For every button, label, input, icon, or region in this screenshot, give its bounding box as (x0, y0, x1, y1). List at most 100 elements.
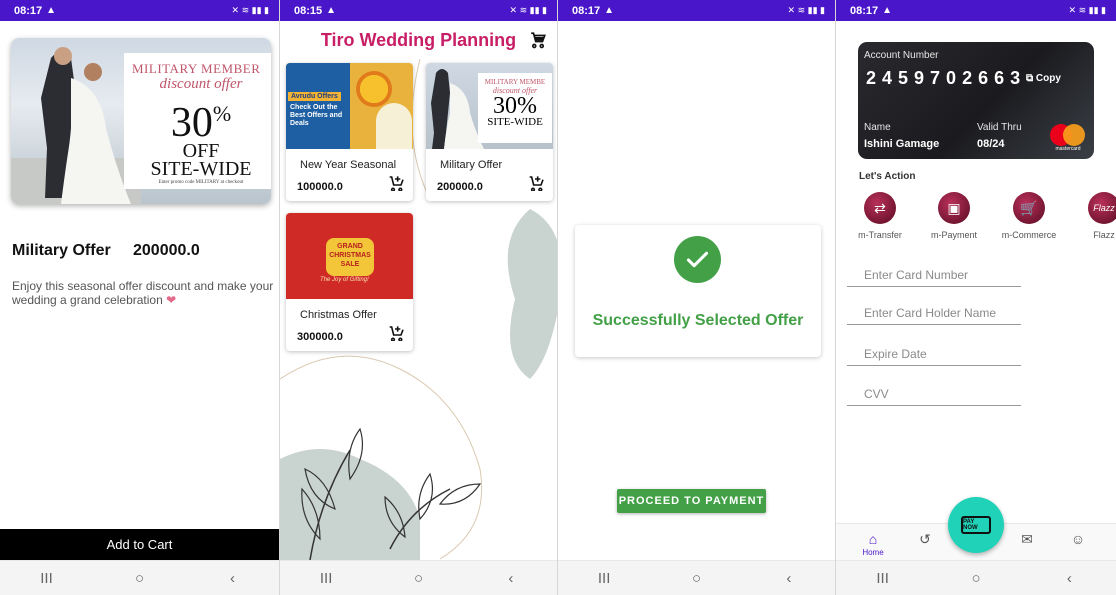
back-button[interactable]: ‹ (491, 570, 531, 587)
copy-button[interactable]: ⧉ Copy (1026, 73, 1061, 84)
lets-action-heading: Let's Action (859, 171, 916, 182)
nav-home[interactable]: ⌂ Home (853, 532, 893, 557)
cart-icon[interactable] (529, 31, 547, 49)
status-time: 08:17 (850, 4, 879, 17)
status-bar: 08:15 ▲ ✕ ≋ ▮▮ ▮ (280, 0, 557, 21)
mastercard-logo: mastercard (1048, 122, 1088, 152)
offer-card-name: New Year Seasonal (300, 159, 397, 171)
profile-icon: ☺ (1070, 531, 1086, 547)
status-time: 08:17 (572, 4, 601, 17)
status-bar: 08:17 ▲ ✕ ≋ ▮▮ ▮ (836, 0, 1116, 21)
card-holder-name-input[interactable] (847, 301, 1021, 324)
offer-card-new-year[interactable]: Avrudu Offers Check Out the Best Offers … (286, 63, 413, 201)
action-m-transfer[interactable]: ⇄ m-Transfer (850, 192, 910, 240)
screen-offer-list: 08:15 ▲ ✕ ≋ ▮▮ ▮ Tiro Wedding Planning A… (280, 0, 558, 595)
card-holder-name-field[interactable] (847, 301, 1021, 325)
action-m-commerce[interactable]: 🛒 m-Commerce (999, 192, 1059, 240)
checkmark-icon (674, 236, 721, 283)
recents-button[interactable]: III (584, 570, 624, 587)
mail-icon: ✉ (1021, 531, 1033, 547)
offer-card-christmas[interactable]: GRAND CHRISTMAS SALE The Joy of Gifting!… (286, 213, 413, 351)
promo-line1: MILITARY MEMBER (132, 61, 261, 76)
warning-icon: ▲ (882, 5, 893, 16)
couple-photo (431, 69, 484, 149)
action-label: m-Commerce (1001, 230, 1057, 240)
pay-now-fab[interactable]: PAY NOW (948, 497, 1004, 553)
add-to-cart-icon[interactable] (389, 325, 405, 341)
payment-icon: ▣ (938, 192, 970, 224)
app-title: Tiro Wedding Planning (320, 29, 517, 50)
status-time: 08:17 (14, 4, 43, 17)
offer-card-name: Military Offer (440, 159, 503, 171)
offer-image-text: Check Out the Best Offers and Deals (290, 104, 343, 127)
nav-messages[interactable]: ✉ (1007, 532, 1047, 548)
action-flazz[interactable]: Flazz Flazz (1074, 192, 1116, 240)
system-nav-bar: III ○ ‹ (836, 560, 1116, 595)
back-button[interactable]: ‹ (213, 570, 253, 587)
success-card: Successfully Selected Offer (575, 225, 821, 357)
bank-card: Account Number 2459702663 ⧉ Copy Name Is… (858, 42, 1094, 159)
sun-illustration (356, 71, 392, 107)
cvv-input[interactable] (847, 382, 1021, 405)
home-button[interactable]: ○ (956, 570, 996, 587)
add-to-cart-button[interactable]: Add to Cart (0, 529, 279, 560)
app-bar: Tiro Wedding Planning (280, 21, 557, 59)
copy-label: Copy (1035, 73, 1061, 84)
offer-image-tag: Avrudu Offers (288, 92, 341, 101)
warning-icon: ▲ (46, 5, 57, 16)
offer-image: Avrudu Offers Check Out the Best Offers … (286, 63, 413, 149)
status-icons: ✕ ≋ ▮▮ ▮ (231, 5, 269, 15)
warning-icon: ▲ (326, 5, 337, 16)
commerce-icon: 🛒 (1013, 192, 1045, 224)
expire-date-field[interactable] (847, 342, 1021, 366)
copy-icon: ⧉ (1026, 73, 1034, 84)
offer-description: Enjoy this seasonal offer discount and m… (12, 279, 276, 307)
home-icon: ⌂ (868, 531, 878, 547)
account-number: 2459702663 (866, 68, 1027, 88)
promo-overlay: MILITARY MEMBER discount offer 30% OFF S… (124, 53, 271, 189)
offer-card-price: 300000.0 (297, 331, 343, 343)
screen-offer-detail: 08:17 ▲ ✕ ≋ ▮▮ ▮ MILITARY MEMBER discoun… (0, 0, 280, 595)
nav-history[interactable]: ↺ (905, 532, 945, 548)
warning-icon: ▲ (604, 5, 615, 16)
success-message: Successfully Selected Offer (592, 312, 804, 329)
account-number-label: Account Number (864, 50, 939, 61)
action-label: m-Payment (930, 230, 977, 240)
offer-card-name: Christmas Offer (300, 309, 377, 321)
promo-line2: discount offer (159, 76, 243, 92)
add-to-cart-icon[interactable] (389, 175, 405, 191)
system-nav-bar: III ○ ‹ (558, 560, 835, 595)
recents-button[interactable]: III (27, 570, 67, 587)
action-m-payment[interactable]: ▣ m-Payment (924, 192, 984, 240)
offer-price: 200000.0 (133, 242, 200, 259)
offer-description-text: Enjoy this seasonal offer discount and m… (12, 279, 274, 307)
add-to-cart-icon[interactable] (529, 175, 545, 191)
promo-overlay: MILITARY MEMBE discount offer 30% SITE-W… (478, 73, 552, 143)
offer-card-military[interactable]: MILITARY MEMBE discount offer 30% SITE-W… (426, 63, 553, 201)
screen-success: 08:17 ▲ ✕ ≋ ▮▮ ▮ Successfully Selected O… (558, 0, 836, 595)
cardholder-name-label: Name (864, 122, 891, 133)
offer-title: Military Offer (12, 242, 111, 259)
expire-date-input[interactable] (847, 342, 1021, 365)
back-button[interactable]: ‹ (1049, 570, 1089, 587)
history-icon: ↺ (919, 531, 931, 547)
home-button[interactable]: ○ (120, 570, 160, 587)
nav-home-label: Home (862, 548, 884, 557)
nav-profile[interactable]: ☺ (1058, 532, 1098, 548)
back-button[interactable]: ‹ (769, 570, 809, 587)
status-icons: ✕ ≋ ▮▮ ▮ (509, 5, 547, 15)
offer-image: GRAND CHRISTMAS SALE The Joy of Gifting! (286, 213, 413, 299)
couple-photo (11, 47, 141, 204)
recents-button[interactable]: III (863, 570, 903, 587)
action-label: m-Transfer (858, 230, 902, 240)
valid-thru-label: Valid Thru (977, 122, 1022, 133)
recents-button[interactable]: III (306, 570, 346, 587)
proceed-to-payment-button[interactable]: PROCEED TO PAYMENT (617, 489, 766, 513)
home-button[interactable]: ○ (398, 570, 438, 587)
card-number-field[interactable] (847, 263, 1021, 287)
promo-fine-print: Enter promo code MILITARY at checkout (158, 180, 244, 185)
home-button[interactable]: ○ (676, 570, 716, 587)
card-number-input[interactable] (847, 263, 1021, 286)
cvv-field[interactable] (847, 382, 1021, 406)
offer-card-price: 200000.0 (437, 181, 483, 193)
